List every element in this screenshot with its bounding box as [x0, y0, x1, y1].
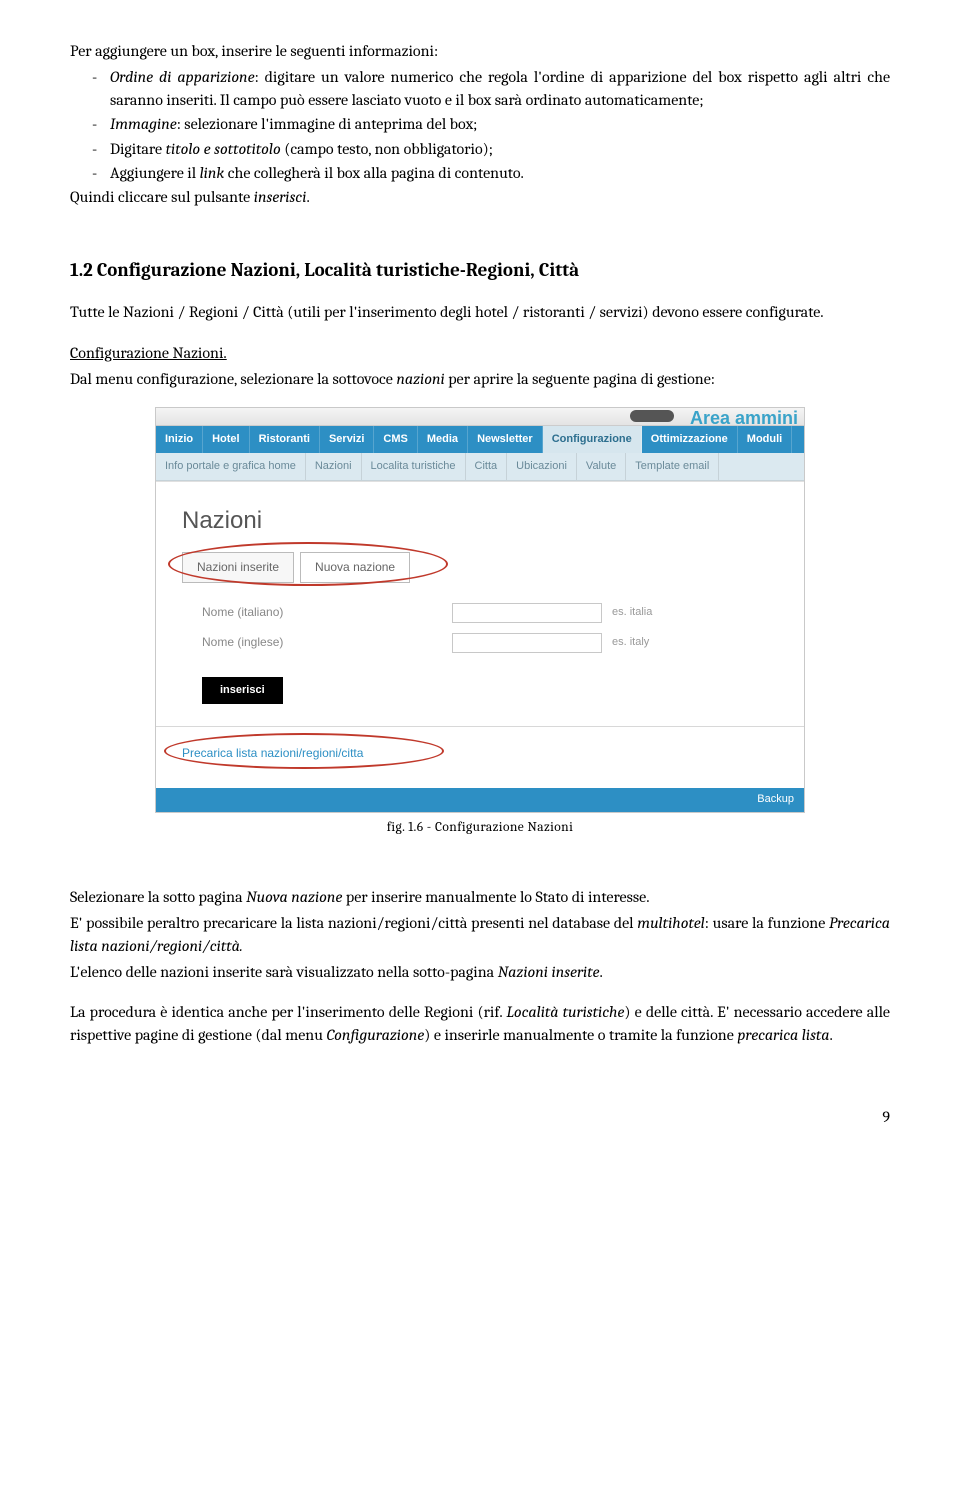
p4a: La procedura è identica anche per l'inse… — [70, 1003, 506, 1021]
tab-configurazione[interactable]: Configurazione — [543, 426, 642, 453]
b3-pre: Digitare — [110, 140, 166, 158]
intro-tail: Quindi cliccare sul pulsante inserisci. — [70, 186, 890, 208]
post-p3: L'elenco delle nazioni inserite sarà vis… — [70, 961, 890, 983]
tab-ristoranti[interactable]: Ristoranti — [250, 426, 320, 453]
page-number: 9 — [70, 1106, 890, 1128]
tab-cms[interactable]: CMS — [374, 426, 417, 453]
backup-link[interactable]: Backup — [757, 793, 794, 805]
window-topbar: Area ammini — [156, 408, 804, 426]
precarica-link[interactable]: Precarica lista nazioni/regioni/citta — [182, 746, 363, 760]
subnav-valute[interactable]: Valute — [577, 453, 626, 480]
post-p2: E' possibile peraltro precaricare la lis… — [70, 912, 890, 957]
form-row-en: Nome (inglese) es. italy — [202, 633, 778, 653]
backup-bar: Backup — [156, 788, 804, 811]
area-title: Area ammini — [690, 406, 798, 431]
t2: inserisci — [254, 188, 307, 206]
bullet-1: Ordine di apparizione: digitare un valor… — [70, 66, 890, 111]
tab-inizio[interactable]: Inizio — [156, 426, 203, 453]
panel-title: Nazioni — [182, 504, 778, 538]
section-heading: 1.2 Configurazione Nazioni, Località tur… — [70, 257, 890, 284]
b4-pre: Aggiungere il — [110, 164, 200, 182]
input-nome-it[interactable] — [452, 603, 602, 623]
p2b: multihotel — [637, 914, 705, 932]
sub-nav: Info portale e grafica home Nazioni Loca… — [156, 453, 804, 481]
subtab-nazioni-inserite[interactable]: Nazioni inserite — [182, 552, 294, 583]
precarica-block: Precarica lista nazioni/regioni/citta — [182, 727, 778, 778]
p3b: Nazioni inserite — [498, 963, 600, 981]
conf-title: Configurazione Nazioni. — [70, 342, 890, 364]
b2-label: Immagine — [110, 115, 177, 133]
p1c: per inserire manualmente lo Stato di int… — [342, 888, 649, 906]
subnav-localita[interactable]: Localita turistiche — [362, 453, 466, 480]
tab-media[interactable]: Media — [418, 426, 468, 453]
tab-servizi[interactable]: Servizi — [320, 426, 374, 453]
subnav-nazioni[interactable]: Nazioni — [306, 453, 362, 480]
t3: . — [306, 188, 309, 206]
c1b: nazioni — [396, 370, 444, 388]
p1a: Selezionare la sotto pagina — [70, 888, 246, 906]
label-nome-en: Nome (inglese) — [202, 634, 452, 651]
c1a: Dal menu configurazione, selezionare la … — [70, 370, 396, 388]
b2-rest: : selezionare l'immagine di anteprima de… — [177, 115, 478, 133]
c1c: per aprire la seguente pagina di gestion… — [445, 370, 715, 388]
form-row-it: Nome (italiano) es. italia — [202, 603, 778, 623]
tab-hotel[interactable]: Hotel — [203, 426, 250, 453]
b3-label: titolo e sottotitolo — [166, 140, 281, 158]
p4b: Località turistiche — [506, 1003, 624, 1021]
p3c: . — [600, 963, 603, 981]
p3a: L'elenco delle nazioni inserite sarà vis… — [70, 963, 498, 981]
intro-lead: Per aggiungere un box, inserire le segue… — [70, 40, 890, 62]
figure-caption: fig. 1.6 - Configurazione Nazioni — [70, 819, 890, 838]
app-window: Area ammini Inizio Hotel Ristoranti Serv… — [155, 407, 805, 813]
p2c: : usare la funzione — [705, 914, 829, 932]
bullet-4: Aggiungere il link che collegherà il box… — [70, 162, 890, 184]
subnav-template-email[interactable]: Template email — [626, 453, 719, 480]
bullet-2: Immagine: selezionare l'immagine di ante… — [70, 113, 890, 135]
post-p1: Selezionare la sotto pagina Nuova nazion… — [70, 886, 890, 908]
p4g: . — [829, 1026, 832, 1044]
hint-nome-it: es. italia — [612, 605, 652, 620]
p4d: Configurazione — [326, 1026, 424, 1044]
t1: Quindi cliccare sul pulsante — [70, 188, 254, 206]
b1-label: Ordine di apparizione — [110, 68, 255, 86]
subtabs: Nazioni inserite Nuova nazione — [182, 552, 778, 583]
conf-para: Dal menu configurazione, selezionare la … — [70, 368, 890, 390]
subnav-ubicazioni[interactable]: Ubicazioni — [507, 453, 577, 480]
bullet-3: Digitare titolo e sottotitolo (campo tes… — [70, 138, 890, 160]
b4-label: link — [200, 164, 225, 182]
b4-post: che collegherà il box alla pagina di con… — [224, 164, 524, 182]
b3-post: (campo testo, non obbligatorio); — [281, 140, 493, 158]
p1b: Nuova nazione — [246, 888, 342, 906]
subnav-info-portale[interactable]: Info portale e grafica home — [156, 453, 306, 480]
p4f: precarica lista — [737, 1026, 829, 1044]
panel-content: Nazioni Nazioni inserite Nuova nazione N… — [156, 481, 804, 788]
inserisci-button[interactable]: inserisci — [202, 677, 283, 704]
toggle-pill-icon — [630, 410, 674, 422]
hint-nome-en: es. italy — [612, 635, 649, 650]
tab-newsletter[interactable]: Newsletter — [468, 426, 543, 453]
p4e: ) e inserirle manualmente o tramite la f… — [424, 1026, 737, 1044]
p2a: E' possibile peraltro precaricare la lis… — [70, 914, 637, 932]
input-nome-en[interactable] — [452, 633, 602, 653]
para-1: Tutte le Nazioni / Regioni / Città (util… — [70, 301, 890, 323]
subnav-citta[interactable]: Citta — [466, 453, 508, 480]
post-p4: La procedura è identica anche per l'inse… — [70, 1001, 890, 1046]
subtab-nuova-nazione[interactable]: Nuova nazione — [300, 552, 410, 583]
screenshot-figure: Area ammini Inizio Hotel Ristoranti Serv… — [70, 407, 890, 838]
label-nome-it: Nome (italiano) — [202, 604, 452, 621]
